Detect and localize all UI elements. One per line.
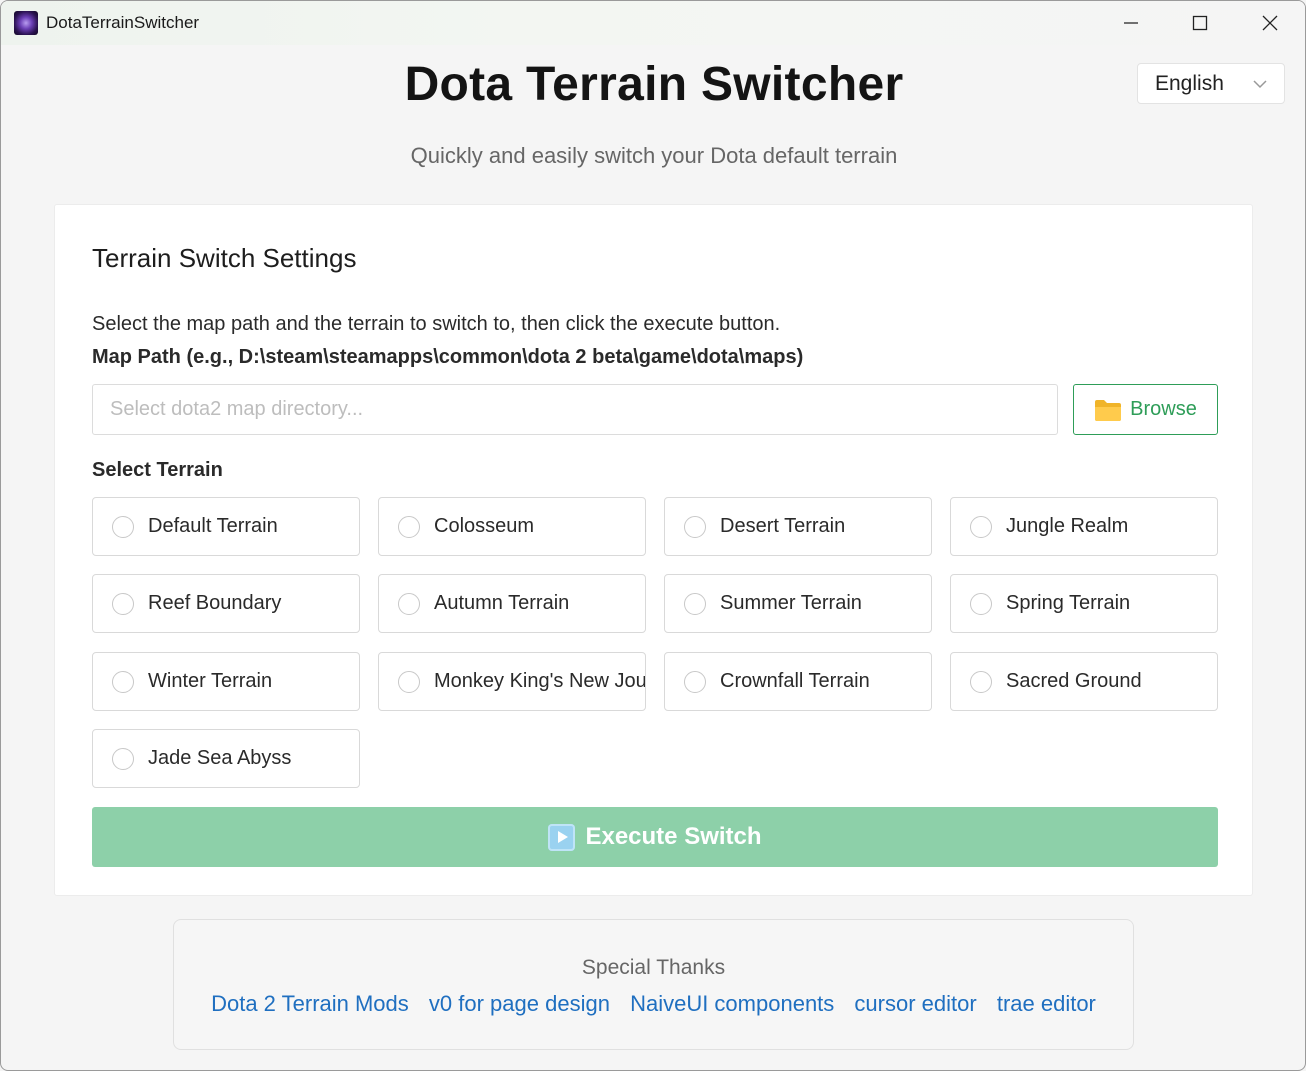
terrain-option[interactable]: Spring Terrain: [950, 574, 1218, 633]
settings-card: Terrain Switch Settings Select the map p…: [54, 204, 1253, 896]
link-v0[interactable]: v0 for page design: [429, 991, 610, 1016]
radio-icon: [112, 515, 134, 538]
close-icon: [1262, 15, 1278, 31]
terrain-option-label: Crownfall Terrain: [720, 670, 870, 692]
radio-icon: [970, 515, 992, 538]
radio-icon: [112, 670, 134, 693]
terrain-option-label: Summer Terrain: [720, 592, 862, 614]
page-subtitle: Quickly and easily switch your Dota defa…: [410, 143, 898, 168]
execute-switch-button[interactable]: Execute Switch: [92, 807, 1218, 867]
app-logo-icon: [14, 11, 38, 35]
terrain-option-label: Reef Boundary: [148, 592, 282, 614]
radio-icon: [970, 670, 992, 693]
terrain-option-label: Colosseum: [434, 515, 535, 537]
settings-title: Terrain Switch Settings: [92, 243, 357, 273]
maximize-icon: [1192, 15, 1208, 31]
terrain-option[interactable]: Autumn Terrain: [378, 574, 646, 633]
terrain-option-label: Spring Terrain: [1006, 592, 1131, 614]
page-title: Dota Terrain Switcher: [404, 58, 904, 111]
folder-icon: [1095, 399, 1122, 421]
window-title: DotaTerrainSwitcher: [46, 13, 200, 32]
link-cursor[interactable]: cursor editor: [854, 991, 976, 1016]
terrain-grid: Default Terrain Colosseum Desert Terrain…: [92, 497, 1218, 789]
select-terrain-label: Select Terrain: [92, 459, 223, 481]
terrain-option[interactable]: Crownfall Terrain: [664, 652, 932, 711]
terrain-option[interactable]: Sacred Ground: [950, 652, 1218, 711]
radio-icon: [398, 515, 420, 538]
radio-icon: [112, 747, 134, 770]
maximize-button[interactable]: [1165, 1, 1235, 45]
terrain-option-label: Desert Terrain: [720, 515, 846, 537]
terrain-option[interactable]: Desert Terrain: [664, 497, 932, 556]
close-button[interactable]: [1235, 1, 1305, 45]
terrain-option[interactable]: Default Terrain: [92, 497, 360, 556]
link-trae[interactable]: trae editor: [997, 991, 1096, 1016]
terrain-option[interactable]: Jade Sea Abyss: [92, 729, 360, 788]
terrain-option[interactable]: Monkey King's New Journey: [378, 652, 646, 711]
radio-icon: [684, 515, 706, 538]
play-icon: [548, 823, 576, 851]
radio-icon: [684, 592, 706, 615]
terrain-option-label: Default Terrain: [148, 515, 278, 537]
instructions-text: Select the map path and the terrain to s…: [92, 313, 781, 335]
special-thanks-links: Dota 2 Terrain Mods v0 for page design N…: [174, 991, 1133, 1017]
map-path-label: Map Path (e.g., D:\steam\steamapps\commo…: [92, 346, 804, 368]
terrain-option[interactable]: Winter Terrain: [92, 652, 360, 711]
terrain-option[interactable]: Jungle Realm: [950, 497, 1218, 556]
terrain-option[interactable]: Reef Boundary: [92, 574, 360, 633]
app-window: DotaTerrainSwitcher English Dota Terrain…: [0, 0, 1306, 1071]
terrain-option-label: Jungle Realm: [1006, 515, 1129, 537]
terrain-option-label: Autumn Terrain: [434, 592, 570, 614]
browse-button-label: Browse: [1130, 398, 1197, 420]
terrain-option[interactable]: Summer Terrain: [664, 574, 932, 633]
radio-icon: [112, 592, 134, 615]
execute-switch-label: Execute Switch: [585, 823, 762, 850]
radio-icon: [398, 670, 420, 693]
link-dota2-terrain-mods[interactable]: Dota 2 Terrain Mods: [211, 991, 409, 1016]
map-path-input[interactable]: [92, 384, 1058, 435]
terrain-option-label: Monkey King's New Journey: [434, 670, 646, 692]
radio-icon: [398, 592, 420, 615]
terrain-option[interactable]: Colosseum: [378, 497, 646, 556]
link-naiveui[interactable]: NaiveUI components: [630, 991, 834, 1016]
terrain-option-label: Winter Terrain: [148, 670, 273, 692]
title-bar: DotaTerrainSwitcher: [1, 1, 1305, 45]
radio-icon: [684, 670, 706, 693]
minimize-button[interactable]: [1096, 1, 1166, 45]
terrain-option-label: Jade Sea Abyss: [148, 747, 292, 769]
minimize-icon: [1124, 22, 1138, 24]
browse-button[interactable]: Browse: [1073, 384, 1218, 435]
radio-icon: [970, 592, 992, 615]
terrain-option-label: Sacred Ground: [1006, 670, 1142, 692]
special-thanks-panel: Special Thanks Dota 2 Terrain Mods v0 fo…: [173, 919, 1134, 1050]
special-thanks-title: Special Thanks: [581, 956, 726, 979]
